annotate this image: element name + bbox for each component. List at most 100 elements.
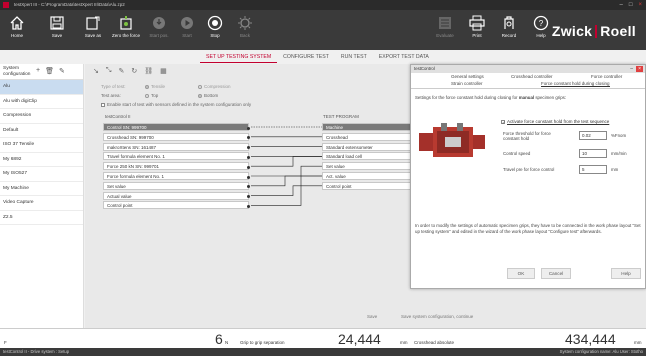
sidebar-item-myiso527[interactable]: My ISO527 bbox=[0, 167, 83, 182]
testcontrol-row[interactable]: Actual value bbox=[103, 191, 250, 200]
type-compression-radio[interactable]: Compression bbox=[198, 84, 231, 89]
travel-input[interactable]: 5 bbox=[579, 165, 607, 174]
close-button[interactable]: × bbox=[638, 0, 642, 10]
record-button[interactable]: Record bbox=[496, 13, 522, 47]
test-program-row[interactable]: Standard extensometer bbox=[322, 142, 412, 151]
tab-strain-controller[interactable]: Strain controller bbox=[451, 81, 483, 86]
stop-button[interactable]: Stop bbox=[202, 13, 228, 47]
stop-icon bbox=[207, 15, 223, 31]
connector-pin[interactable] bbox=[247, 185, 250, 189]
printer-icon bbox=[469, 15, 485, 31]
connection-line bbox=[251, 165, 322, 177]
dialog-titlebar: testControl – × bbox=[411, 65, 645, 73]
calendar-tool-icon[interactable]: ▦ bbox=[160, 67, 167, 75]
save-as-button[interactable]: Save as bbox=[80, 13, 106, 47]
zwick-roell-logo: Zwick Roell bbox=[551, 23, 636, 39]
zero-force-button[interactable]: Zero the force bbox=[112, 13, 140, 47]
record-icon bbox=[504, 16, 514, 29]
rotate-tool-icon[interactable]: ↻ bbox=[131, 67, 137, 75]
start-position-button[interactable]: Start pos. bbox=[146, 13, 172, 47]
minimize-button[interactable]: – bbox=[620, 0, 623, 10]
type-tensile-radio[interactable]: Tensile bbox=[145, 84, 165, 89]
tab-force-constant-hold[interactable]: Force constant hold during closing bbox=[541, 81, 610, 87]
edit-icon[interactable]: ✎ bbox=[59, 67, 65, 75]
dialog-close-button[interactable]: × bbox=[636, 66, 643, 72]
sidebar-item-compression[interactable]: Compression bbox=[0, 109, 83, 124]
force-value: 6 bbox=[215, 331, 223, 347]
connector-pin[interactable] bbox=[247, 195, 250, 199]
link-tool-icon[interactable]: ⛓ bbox=[144, 67, 153, 75]
connector-pin[interactable] bbox=[247, 146, 250, 150]
testcontrol-row[interactable]: Force 250 kN SN: 999701 bbox=[103, 162, 250, 171]
evaluate-button[interactable]: Evaluate bbox=[432, 13, 458, 47]
testcontrol-row[interactable]: Force formula element No. 1 bbox=[103, 172, 250, 180]
help-button[interactable]: ? Help bbox=[528, 13, 554, 47]
disconnect-tool-icon[interactable]: ⤡ bbox=[106, 67, 112, 75]
test-program-row[interactable]: Set value bbox=[322, 162, 412, 171]
testcontrol-row[interactable]: Set value bbox=[103, 181, 250, 190]
tab-set-up-testing-system[interactable]: SET UP TESTING SYSTEM bbox=[200, 51, 278, 63]
delete-icon[interactable]: 🗑 bbox=[45, 67, 54, 75]
window-controls: – □ × bbox=[620, 0, 642, 10]
speed-input[interactable]: 10 bbox=[579, 149, 607, 158]
sidebar-item-my6892[interactable]: My 6892 bbox=[0, 153, 83, 167]
tab-configure-test[interactable]: CONFIGURE TEST bbox=[277, 51, 335, 63]
enable-sensors-checkbox[interactable]: Enable start of test with sensors define… bbox=[101, 102, 251, 107]
area-bottom-radio[interactable]: Bottom bbox=[198, 93, 218, 98]
connector-pin[interactable] bbox=[247, 175, 250, 179]
dialog-title: testControl bbox=[414, 66, 435, 71]
sidebar-item-alu-digiclip[interactable]: Alu with digiClip bbox=[0, 95, 83, 109]
testcontrol-row[interactable]: Travel formula element No. 1 bbox=[103, 152, 250, 161]
save-config-button[interactable]: Save bbox=[367, 314, 377, 319]
sidebar-item-iso37[interactable]: ISO 37 Tensile bbox=[0, 138, 83, 153]
activate-force-hold-checkbox[interactable]: ✓ Activate force constant hold from the t… bbox=[501, 119, 609, 124]
dialog-help-button[interactable]: Help bbox=[611, 268, 641, 279]
connector-pin[interactable] bbox=[247, 165, 250, 169]
testcontrol-row[interactable]: Crosshead SN: 999700 bbox=[103, 132, 250, 141]
connect-tool-icon[interactable]: ↘ bbox=[93, 67, 99, 75]
dialog-cancel-button[interactable]: Cancel bbox=[541, 268, 571, 279]
area-top-radio[interactable]: Top bbox=[145, 93, 158, 98]
testcontrol-row[interactable]: Control SN: 999700 bbox=[103, 123, 250, 131]
sidebar-item-video-capture[interactable]: Video Capture bbox=[0, 196, 83, 211]
connection-line bbox=[251, 185, 322, 196]
connector-pin[interactable] bbox=[247, 136, 250, 140]
home-button[interactable]: Home bbox=[4, 13, 30, 47]
dialog-intro: Settings for the force constant hold dur… bbox=[415, 95, 567, 100]
crosshead-unit: mm bbox=[634, 340, 642, 345]
sidebar-item-z25[interactable]: Z2.5 bbox=[0, 211, 83, 225]
tab-export-test-data[interactable]: EXPORT TEST DATA bbox=[373, 51, 435, 63]
tab-crosshead-controller[interactable]: Crosshead controller bbox=[511, 74, 553, 79]
sidebar-item-default[interactable]: Default bbox=[0, 124, 83, 138]
connector-pin[interactable] bbox=[247, 126, 250, 130]
test-program-row[interactable]: Control point bbox=[322, 181, 412, 190]
test-program-row[interactable]: Act. value bbox=[322, 172, 412, 180]
tab-run-test[interactable]: RUN TEST bbox=[335, 51, 373, 63]
testcontrol-row[interactable]: Control point bbox=[103, 201, 250, 210]
radio-dot bbox=[198, 84, 202, 89]
ribbon-toolbar: Home Save Save as Zero the force Start p… bbox=[0, 10, 646, 50]
maximize-button[interactable]: □ bbox=[629, 0, 633, 10]
threshold-input[interactable]: 0.02 bbox=[579, 131, 607, 140]
dialog-minimize-button[interactable]: – bbox=[630, 66, 633, 72]
save-as-icon bbox=[86, 16, 100, 30]
dialog-ok-button[interactable]: OK bbox=[507, 268, 535, 279]
save-config-continue-button[interactable]: Save system configuration, continue bbox=[401, 314, 473, 319]
back-button[interactable]: Back bbox=[232, 13, 258, 47]
testcontrol-row[interactable]: makroXtens SN: 161487 bbox=[103, 142, 250, 151]
print-button[interactable]: Print bbox=[464, 13, 490, 47]
sidebar-item-alu[interactable]: Alu bbox=[0, 80, 83, 95]
tab-general-settings[interactable]: General settings bbox=[451, 74, 484, 79]
start-button[interactable]: Start bbox=[174, 13, 200, 47]
sidebar-item-mymachine[interactable]: My Machine bbox=[0, 182, 83, 196]
connector-pin[interactable] bbox=[247, 155, 250, 159]
connector-pin[interactable] bbox=[247, 204, 250, 208]
test-program-row[interactable]: Crosshead bbox=[322, 132, 412, 141]
test-program-row[interactable]: Standard load cell bbox=[322, 152, 412, 161]
home-icon bbox=[10, 16, 24, 30]
add-icon[interactable]: + bbox=[36, 67, 40, 75]
tab-force-controller[interactable]: Force controller bbox=[591, 74, 622, 79]
save-button[interactable]: Save bbox=[44, 13, 70, 47]
test-program-row[interactable]: Machine bbox=[322, 123, 412, 131]
edit-tool-icon[interactable]: ✎ bbox=[118, 67, 124, 75]
